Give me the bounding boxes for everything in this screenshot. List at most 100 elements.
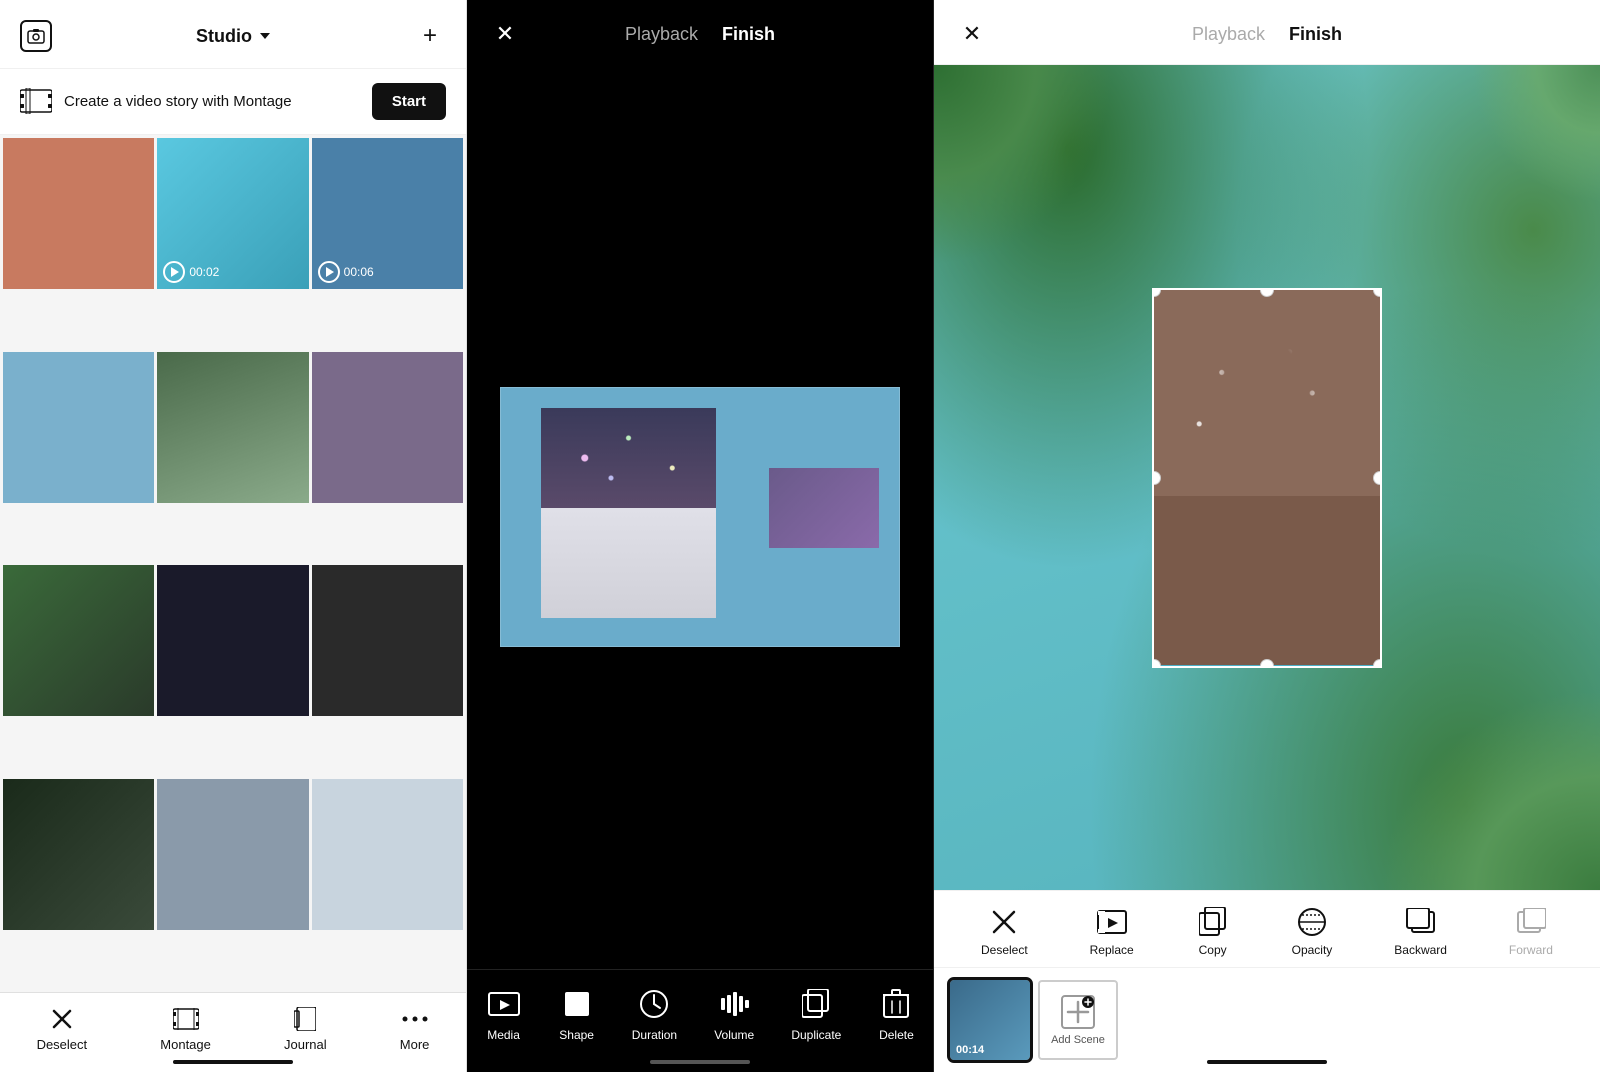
- photo-cell-selected[interactable]: 00:02: [157, 138, 308, 289]
- montage-banner-text: Create a video story with Montage: [64, 93, 292, 110]
- panel2-header: ✕ Playback Finish: [467, 0, 933, 64]
- photo-cell[interactable]: [312, 565, 463, 716]
- opacity-icon: [1295, 905, 1329, 939]
- edit-toolbar: Deselect Replace Copy: [934, 890, 1600, 968]
- forward-icon: [1514, 905, 1548, 939]
- photo-cell[interactable]: [312, 352, 463, 503]
- edit-tool-opacity[interactable]: Opacity: [1292, 905, 1333, 957]
- toolbar-label-media: Media: [487, 1028, 520, 1042]
- deselect-icon-p3: [987, 905, 1021, 939]
- nav-item-deselect[interactable]: Deselect: [37, 1005, 88, 1052]
- leaf-bg-topright: [1450, 65, 1600, 225]
- play-triangle-icon: [171, 267, 179, 277]
- replace-icon: [1095, 905, 1129, 939]
- toolbar-shape[interactable]: Shape: [559, 986, 595, 1042]
- close-button-p3[interactable]: ✕: [958, 20, 986, 48]
- face-area: [541, 408, 716, 508]
- panel3-header: ✕ Playback Finish: [934, 0, 1600, 65]
- photo-cell[interactable]: [3, 138, 154, 289]
- toolbar-label-duration: Duration: [632, 1028, 677, 1042]
- start-button[interactable]: Start: [372, 83, 446, 120]
- head-shape: [1211, 310, 1324, 455]
- panel-1: Studio + Create a video story with Monta…: [0, 0, 467, 1072]
- add-button[interactable]: +: [414, 20, 446, 52]
- collage-item-1[interactable]: [541, 408, 716, 618]
- shape-icon: [559, 986, 595, 1022]
- photo-cell[interactable]: [3, 352, 154, 503]
- nav-item-montage[interactable]: Montage: [160, 1005, 211, 1052]
- filmstrip: 00:14 Add Scene: [934, 968, 1600, 1072]
- panel3-nav: Playback Finish: [1192, 24, 1342, 45]
- edit-tool-label-backward: Backward: [1394, 943, 1447, 957]
- nav-playback-p3[interactable]: Playback: [1192, 24, 1265, 45]
- montage-banner: Create a video story with Montage Start: [0, 69, 466, 135]
- studio-title[interactable]: Studio: [196, 26, 270, 47]
- home-indicator-p3: [1207, 1060, 1327, 1064]
- collage-frame[interactable]: [500, 387, 900, 647]
- collage-item-2[interactable]: [769, 468, 879, 548]
- edit-tool-backward[interactable]: Backward: [1394, 905, 1447, 957]
- toolbar-delete[interactable]: Delete: [878, 986, 914, 1042]
- handle-br[interactable]: [1373, 659, 1382, 668]
- toolbar-volume[interactable]: Volume: [714, 986, 754, 1042]
- montage-icon: [172, 1005, 200, 1033]
- more-icon: [401, 1005, 429, 1033]
- media-icon: [486, 986, 522, 1022]
- photo-cell[interactable]: [312, 779, 463, 930]
- camera-icon: [20, 20, 52, 52]
- handle-mr[interactable]: [1373, 471, 1382, 485]
- filmstrip-scene-1[interactable]: 00:14: [950, 980, 1030, 1060]
- toolbar-media[interactable]: Media: [486, 986, 522, 1042]
- nav-finish-p3[interactable]: Finish: [1289, 24, 1342, 45]
- play-triangle-icon: [326, 267, 334, 277]
- copy-icon: [1196, 905, 1230, 939]
- studio-dropdown-icon: [260, 33, 270, 39]
- film-icon: [20, 88, 52, 116]
- panel2-nav: Playback Finish: [625, 24, 775, 45]
- edit-tool-deselect[interactable]: Deselect: [981, 905, 1028, 957]
- toolbar-label-delete: Delete: [879, 1028, 914, 1042]
- delete-icon: [878, 986, 914, 1022]
- home-indicator-p2: [650, 1060, 750, 1064]
- deselect-icon: [48, 1005, 76, 1033]
- portrait-torso: [1154, 496, 1380, 665]
- toolbar-duration[interactable]: Duration: [632, 986, 677, 1042]
- add-scene-label: Add Scene: [1051, 1034, 1105, 1046]
- nav-label-journal: Journal: [284, 1037, 327, 1052]
- photo-cell[interactable]: 00:06: [312, 138, 463, 289]
- panel1-header: Studio +: [0, 0, 466, 69]
- selected-frame[interactable]: [1152, 288, 1382, 668]
- journal-icon: [291, 1005, 319, 1033]
- edit-tool-label-opacity: Opacity: [1292, 943, 1333, 957]
- toolbar-duplicate[interactable]: Duplicate: [791, 986, 841, 1042]
- play-circle: [318, 261, 340, 283]
- photo-cell-selected[interactable]: [3, 565, 154, 716]
- handle-bc[interactable]: [1260, 659, 1274, 668]
- play-circle: [163, 261, 185, 283]
- photo-cell[interactable]: [157, 779, 308, 930]
- photo-grid: 00:02 00:06: [0, 135, 466, 992]
- edit-tool-copy[interactable]: Copy: [1196, 905, 1230, 957]
- panel2-canvas: [467, 64, 933, 969]
- close-button[interactable]: ✕: [491, 20, 519, 48]
- volume-icon: [716, 986, 752, 1022]
- toolbar-label-volume: Volume: [714, 1028, 754, 1042]
- photo-cell[interactable]: [3, 779, 154, 930]
- gems-decoration: [541, 408, 716, 508]
- nav-finish[interactable]: Finish: [722, 24, 775, 45]
- add-scene-button[interactable]: Add Scene: [1038, 980, 1118, 1060]
- panel2-toolbar: Media Shape Duration: [467, 969, 933, 1072]
- suit-area: [541, 508, 716, 618]
- nav-item-journal[interactable]: Journal: [284, 1005, 327, 1052]
- leaf-bg-bottomright: [1380, 690, 1600, 890]
- nav-label-montage: Montage: [160, 1037, 211, 1052]
- photo-cell[interactable]: [157, 352, 308, 503]
- edit-tool-replace[interactable]: Replace: [1090, 905, 1134, 957]
- panel-2: ✕ Playback Finish: [467, 0, 934, 1072]
- edit-tool-label-forward: Forward: [1509, 943, 1553, 957]
- nav-item-more[interactable]: More: [400, 1005, 430, 1052]
- nav-label-deselect: Deselect: [37, 1037, 88, 1052]
- edit-tool-forward[interactable]: Forward: [1509, 905, 1553, 957]
- nav-playback[interactable]: Playback: [625, 24, 698, 45]
- photo-cell[interactable]: [157, 565, 308, 716]
